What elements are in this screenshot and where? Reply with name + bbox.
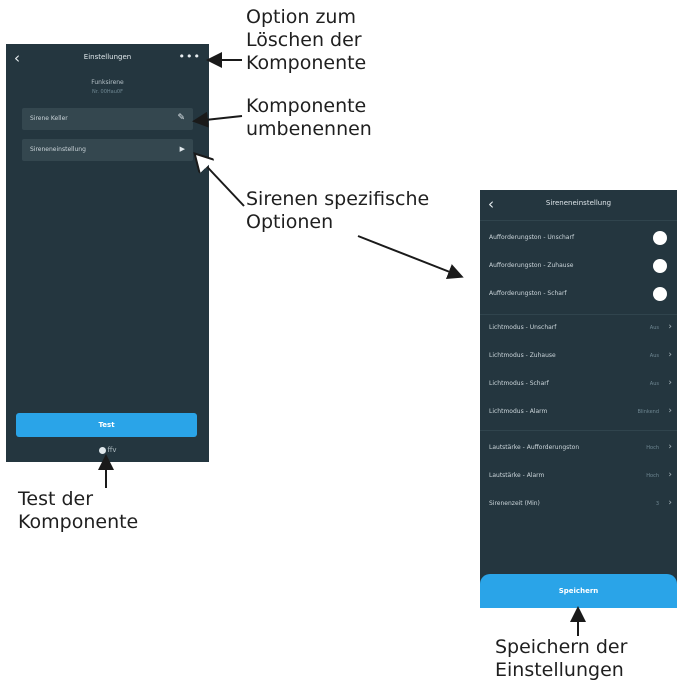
arrow-rename (192, 111, 243, 128)
annotation-arrows (98, 52, 586, 636)
arrow-siren-screen (357, 235, 464, 280)
arrow-siren-options (196, 155, 245, 207)
